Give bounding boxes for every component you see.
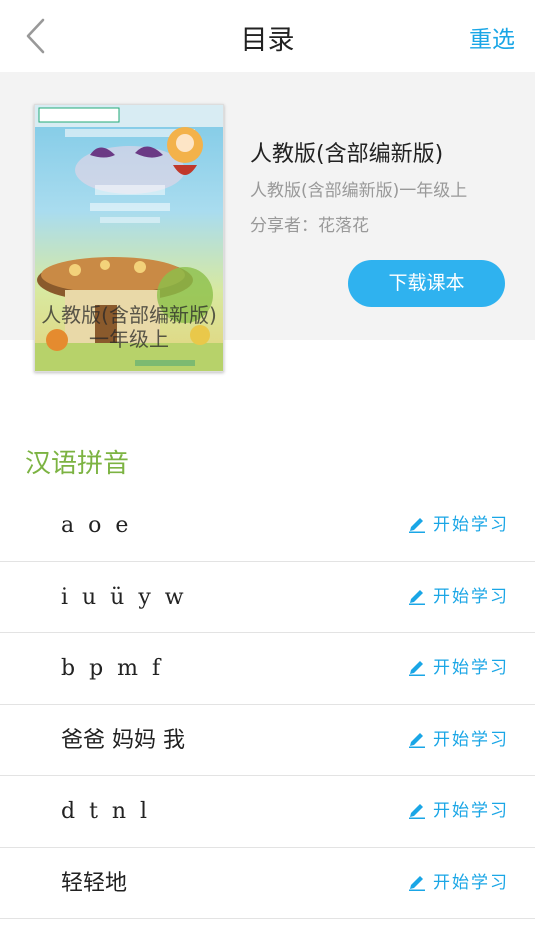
pencil-icon [409,518,425,533]
page-title: 目录 [240,25,295,56]
download-textbook-button[interactable]: 下载课本 [348,260,505,307]
start-study-button[interactable]: 开始学习 [407,490,509,561]
book-subtitle: 人教版(含部编新版)一年级上 [250,181,468,201]
start-study-label: 开始学习 [433,872,509,893]
list-item[interactable]: d t n l 开始学习 [0,776,535,848]
start-study-button[interactable]: 开始学习 [407,562,509,633]
lesson-name: a o e [61,513,129,538]
list-item[interactable]: 爸爸 妈妈 我 开始学习 [0,705,535,776]
start-study-label: 开始学习 [433,515,509,535]
start-study-label: 开始学习 [433,729,509,750]
start-study-button[interactable]: 开始学习 [407,633,509,704]
list-item[interactable]: b p m f 开始学习 [0,633,535,705]
pencil-icon [409,661,425,676]
list-item[interactable]: i u ü y w 开始学习 [0,562,535,633]
list-item[interactable]: a o e 开始学习 [0,490,535,562]
cover-title-overlay: 人教版(含部编新版) 一年级上 [35,303,223,351]
start-study-label: 开始学习 [433,801,509,821]
lesson-list: a o e 开始学习 i u ü y w 开始学习 b p m f 开始学习 爸… [0,490,535,919]
start-study-button[interactable]: 开始学习 [407,848,509,919]
lesson-name: 爸爸 妈妈 我 [61,727,185,753]
lesson-name: 轻轻地 [61,870,128,896]
reselect-button[interactable]: 重选 [469,20,515,54]
cover-overlay-line1: 人教版(含部编新版) [41,303,217,327]
pencil-icon [409,732,425,748]
pencil-icon [409,875,425,891]
start-study-button[interactable]: 开始学习 [407,705,509,776]
book-sharer: 分享者：花落花 [250,216,369,236]
book-name: 人教版(含部编新版) [250,142,444,167]
lesson-name: d t n l [61,799,148,824]
book-cover[interactable]: 人教版(含部编新版) 一年级上 [34,104,224,372]
section-title: 汉语拼音 [25,449,130,479]
pencil-icon [409,804,425,819]
top-bar: 目录 重选 [0,0,535,72]
cover-overlay-line2: 一年级上 [89,327,169,351]
list-item[interactable]: 轻轻地 开始学习 [0,848,535,919]
pencil-icon [409,589,425,605]
lesson-name: b p m f [61,656,161,681]
start-study-button[interactable]: 开始学习 [407,776,509,847]
start-study-label: 开始学习 [433,658,509,678]
lesson-name: i u ü y w [61,584,184,610]
start-study-label: 开始学习 [433,586,509,607]
